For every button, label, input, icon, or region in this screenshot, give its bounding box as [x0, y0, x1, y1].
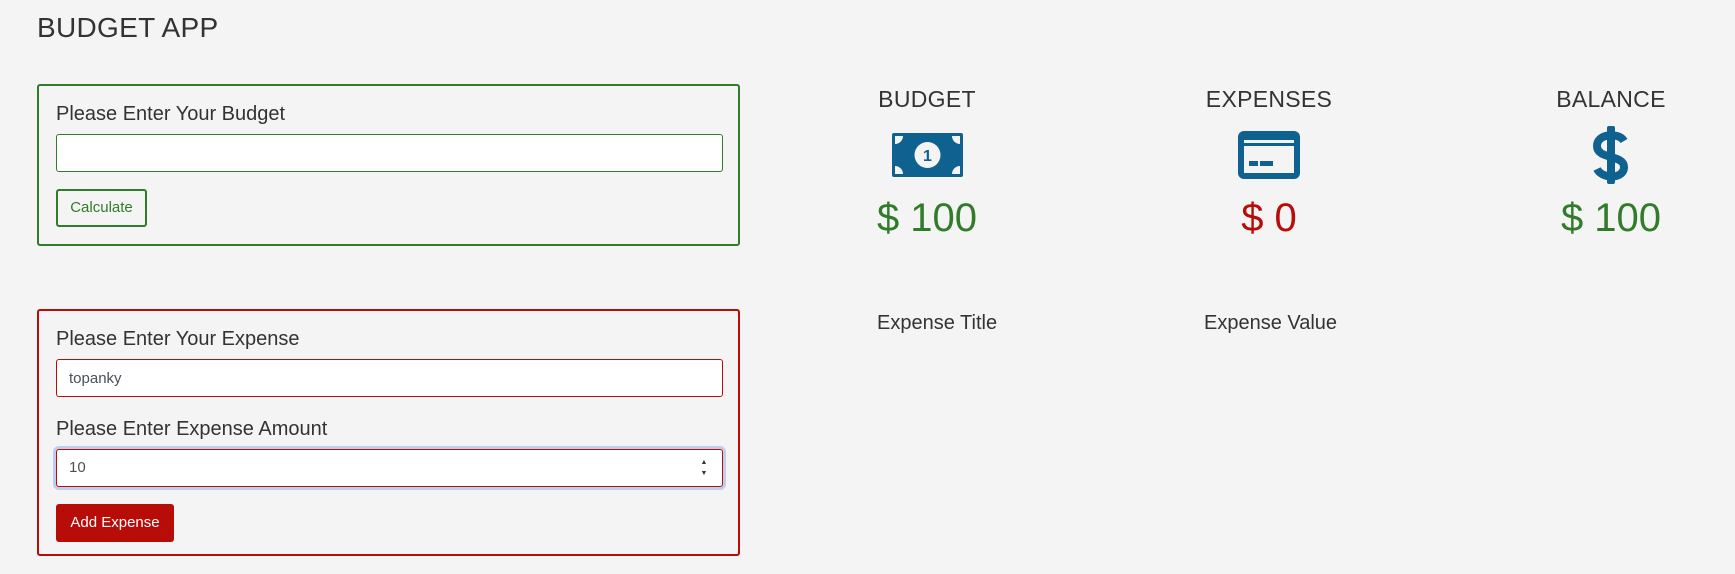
balance-amount: $ 100: [1560, 196, 1662, 240]
add-expense-button[interactable]: Add Expense: [56, 504, 174, 542]
expense-title-input[interactable]: [56, 359, 723, 397]
credit-card-icon: [1149, 124, 1389, 186]
svg-text:1: 1: [923, 148, 932, 165]
expense-title-column-header: Expense Title: [877, 312, 998, 334]
budget-form: Please Enter Your Budget Calculate: [37, 84, 740, 246]
budget-input-label: Please Enter Your Budget: [56, 103, 286, 125]
budget-input[interactable]: [56, 134, 723, 172]
expenses-summary: EXPENSES $ 0: [1149, 84, 1389, 243]
budget-title: BUDGET: [878, 86, 976, 112]
budget-amount: $ 100: [876, 196, 978, 240]
balance-summary: BALANCE $ 100: [1491, 84, 1731, 243]
expenses-amount: $ 0: [1241, 196, 1297, 240]
expense-amount-label: Please Enter Expense Amount: [56, 418, 328, 440]
expense-amount-input[interactable]: 10 ▲ ▼: [56, 449, 723, 487]
expense-title-label: Please Enter Your Expense: [56, 328, 300, 350]
budget-summary: BUDGET 1 $ 100: [807, 84, 1047, 243]
app-title: BUDGET APP: [37, 12, 219, 43]
balance-title: BALANCE: [1556, 86, 1666, 112]
spinner-down-icon[interactable]: ▼: [701, 469, 708, 478]
money-bill-icon: 1: [807, 124, 1047, 186]
expense-value-column-header: Expense Value: [1204, 312, 1338, 334]
calculate-button[interactable]: Calculate: [56, 189, 147, 227]
spinner-up-icon[interactable]: ▲: [701, 458, 708, 467]
number-spinner[interactable]: ▲ ▼: [698, 458, 710, 478]
expenses-title: EXPENSES: [1205, 86, 1333, 112]
dollar-sign-icon: [1491, 124, 1731, 186]
expense-form: Please Enter Your Expense Please Enter E…: [37, 309, 740, 556]
expense-amount-value: 10: [69, 459, 86, 476]
